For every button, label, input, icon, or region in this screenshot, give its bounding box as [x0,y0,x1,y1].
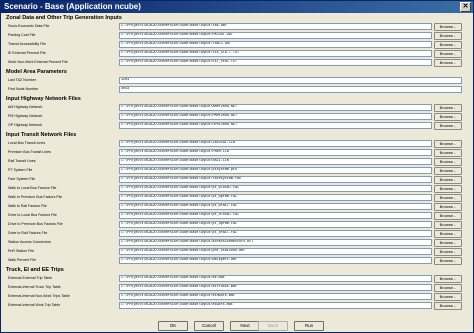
drive-rail-factors-field[interactable]: C:\Projects\NCACA\conversion\cube\base\i… [119,230,432,237]
browse-button[interactable]: Browse... [434,275,462,283]
row-label: Parking Cost File [8,33,36,37]
row-label: Drive to Premium Bus Factors File [8,222,63,226]
row-label: Premium Bus Transit Lines [8,150,51,154]
ei-work-trip-table-field[interactable]: C:\Projects\NCACA\conversion\cube\base\i… [119,302,432,309]
row-label: Rail Transit Lines [8,159,36,163]
first-node-number-field[interactable]: 4043 [119,86,462,93]
ok-button[interactable]: OK [158,321,188,331]
row-label: Drive to Local Bus Factors File [8,213,57,217]
row-label: IE External Percent File [8,51,46,55]
row-label: Walk to Local Bus Factors File [8,186,57,190]
browse-button[interactable]: Browse... [434,59,462,67]
browse-button[interactable]: Browse... [434,203,462,211]
row-label: Local Bus Transit Lines [8,141,46,145]
scenario-form: Zonal Data and Other Trip Generation Inp… [1,14,473,314]
browse-button[interactable]: Browse... [434,302,462,310]
ei-nonwork-trips-table-field[interactable]: C:\Projects\NCACA\conversion\cube\base\i… [119,293,432,300]
fare-system-file-field[interactable]: C:\Projects\NCACA\conversion\cube\base\i… [119,176,432,183]
close-icon[interactable]: ✕ [460,2,471,12]
walk-rail-factors-field[interactable]: C:\Projects\NCACA\conversion\cube\base\i… [119,203,432,210]
station-access-connectors-field[interactable]: C:\Projects\NCACA\conversion\cube\base\i… [119,239,432,246]
socio-economic-file-field[interactable]: C:\Projects\NCACA\conversion\cube\base\i… [119,23,432,30]
row-label: AM Highway Network [8,105,43,109]
window-title: Scenario - Base (Application ncube) [4,2,141,11]
browse-button[interactable]: Browse... [434,248,462,256]
browse-button[interactable]: Browse... [434,104,462,112]
ei-truck-trip-table-field[interactable]: C:\Projects\NCACA\conversion\cube\base\i… [119,284,432,291]
browse-button[interactable]: Browse... [434,212,462,220]
local-bus-lines-field[interactable]: C:\Projects\NCACA\conversion\cube\base\i… [119,140,432,147]
row-label: PM Highway Network [8,114,43,118]
run-button[interactable]: Run [294,321,324,331]
row-label: Drive to Rail Factors File [8,231,48,235]
row-label: Walk to Rail Factors File [8,204,47,208]
row-label: Socio-Economic Data File [8,24,50,28]
row-label: Transit Accessibility File [8,42,47,46]
row-label: Fare System File [8,177,36,181]
row-label: Station Access Connectors [8,240,51,244]
browse-button[interactable]: Browse... [434,194,462,202]
browse-button[interactable]: Browse... [434,122,462,130]
browse-button[interactable]: Browse... [434,239,462,247]
browse-button[interactable]: Browse... [434,41,462,49]
scenario-dialog: Scenario - Base (Application ncube) ✕ Zo… [0,0,474,333]
section-area: Model Area Parameters [6,69,67,75]
pnr-station-file-field[interactable]: C:\Projects\NCACA\conversion\cube\base\i… [119,248,432,255]
row-label: PT System File [8,168,33,172]
browse-button[interactable]: Browse... [434,230,462,238]
row-label: First Node Number [8,87,39,91]
walk-local-factors-field[interactable]: C:\Projects\NCACA\conversion\cube\base\i… [119,185,432,192]
row-label: Walk Percent File [8,258,37,262]
rail-lines-field[interactable]: C:\Projects\NCACA\conversion\cube\base\i… [119,158,432,165]
browse-button[interactable]: Browse... [434,221,462,229]
browse-button[interactable]: Browse... [434,149,462,157]
browse-button[interactable]: Browse... [434,257,462,265]
transit-accessibility-file-field[interactable]: C:\Projects\NCACA\conversion\cube\base\i… [119,41,432,48]
title-bar[interactable]: Scenario - Base (Application ncube) ✕ [1,1,473,13]
next-button[interactable]: Next [230,321,260,331]
browse-button[interactable]: Browse... [434,176,462,184]
cancel-button[interactable]: Cancel [194,321,224,331]
button-bar: OK Cancel Next Back Run [1,319,473,333]
browse-button[interactable]: Browse... [434,23,462,31]
browse-button[interactable]: Browse... [434,167,462,175]
row-label: External-Internal Truck Trip Table [8,285,61,289]
ie-external-percent-file-field[interactable]: C:\Projects\NCACA\conversion\cube\base\i… [119,50,432,57]
pt-system-file-field[interactable]: C:\Projects\NCACA\conversion\cube\base\i… [119,167,432,174]
walk-percent-file-field[interactable]: C:\Projects\NCACA\conversion\cube\base\i… [119,257,432,264]
row-label: Work Non-Work External Percent File [8,60,68,64]
ee-trip-table-field[interactable]: C:\Projects\NCACA\conversion\cube\base\i… [119,275,432,282]
browse-button[interactable]: Browse... [434,185,462,193]
browse-button[interactable]: Browse... [434,113,462,121]
walk-premium-factors-field[interactable]: C:\Projects\NCACA\conversion\cube\base\i… [119,194,432,201]
section-zonal: Zonal Data and Other Trip Generation Inp… [6,15,122,21]
drive-local-factors-field[interactable]: C:\Projects\NCACA\conversion\cube\base\i… [119,212,432,219]
row-label: Last TAZ Number [8,78,37,82]
browse-button[interactable]: Browse... [434,284,462,292]
row-label: OP Highway Network [8,123,43,127]
premium-bus-lines-field[interactable]: C:\Projects\NCACA\conversion\cube\base\i… [119,149,432,156]
browse-button[interactable]: Browse... [434,32,462,40]
browse-button[interactable]: Browse... [434,158,462,166]
parking-cost-file-field[interactable]: C:\Projects\NCACA\conversion\cube\base\i… [119,32,432,39]
section-highway: Input Highway Network Files [6,96,81,102]
op-highway-network-field[interactable]: C:\Projects\NCACA\conversion\cube\base\i… [119,122,432,129]
section-truck: Truck, EI and EE Trips [6,267,64,273]
row-label: Walk to Premium Bus Factors File [8,195,63,199]
back-button: Back [258,321,288,331]
browse-button[interactable]: Browse... [434,140,462,148]
section-transit: Input Transit Network Files [6,132,77,138]
drive-premium-factors-field[interactable]: C:\Projects\NCACA\conversion\cube\base\i… [119,221,432,228]
row-label: PnR Station File [8,249,34,253]
row-label: External-Internal Work Trip Table [8,303,61,307]
am-highway-network-field[interactable]: C:\Projects\NCACA\conversion\cube\base\i… [119,104,432,111]
row-label: External-Internal Non-Work Trips Table [8,294,70,298]
work-nonwork-external-percent-field[interactable]: C:\Projects\NCACA\conversion\cube\base\i… [119,59,432,66]
pm-highway-network-field[interactable]: C:\Projects\NCACA\conversion\cube\base\i… [119,113,432,120]
browse-button[interactable]: Browse... [434,50,462,58]
row-label: External-External Trip Table [8,276,53,280]
last-taz-number-field[interactable]: 1203 [119,77,462,84]
browse-button[interactable]: Browse... [434,293,462,301]
